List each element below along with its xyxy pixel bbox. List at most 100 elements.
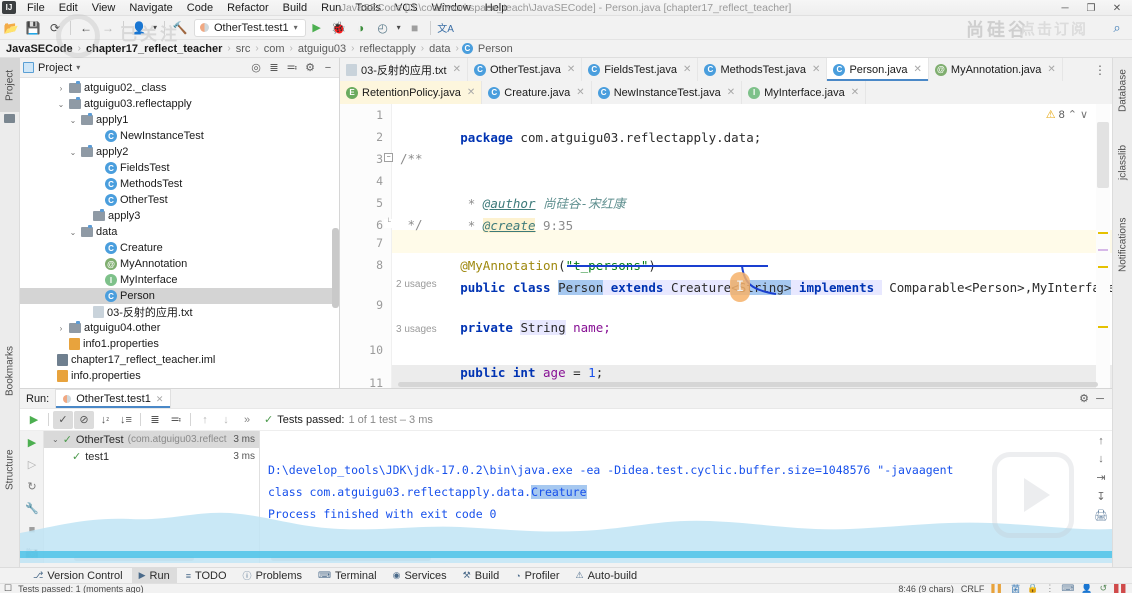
line-separator[interactable]: CRLF (961, 584, 985, 593)
profile-caret-icon[interactable]: ▾ (150, 18, 160, 38)
scroll-from-source-icon[interactable]: ◎ (248, 60, 264, 76)
sync-icon[interactable]: ⟳ (44, 18, 66, 38)
close-icon[interactable]: ✕ (683, 64, 691, 75)
editor-tab-myinterface-java[interactable]: I MyInterface.java ✕ (742, 81, 867, 104)
breadcrumb-item-data[interactable]: data (427, 43, 452, 55)
tree-node-creature[interactable]: C Creature (20, 240, 339, 256)
breadcrumb-item-src[interactable]: src (234, 43, 253, 55)
bottom-bar-auto-build[interactable]: ⚠ Auto-build (568, 568, 644, 584)
close-icon[interactable]: ✕ (851, 87, 859, 98)
menu-item-vcs[interactable]: VCS (388, 0, 425, 16)
breadcrumb-item-com[interactable]: com (262, 43, 287, 55)
usage-hint[interactable]: 2 usages (396, 278, 437, 291)
translate-icon[interactable]: 文A (435, 18, 457, 38)
breadcrumb-item-reflectapply[interactable]: reflectapply (358, 43, 418, 55)
bottom-bar-todo[interactable]: ≡ TODO (179, 568, 234, 584)
breadcrumb-item-atguigu03[interactable]: atguigu03 (296, 43, 348, 55)
scroll-to-end-icon[interactable]: ↧ (1096, 490, 1105, 503)
next-problem-icon[interactable]: ∨ (1080, 108, 1088, 121)
editor-tab-fieldstest-java[interactable]: C FieldsTest.java ✕ (582, 58, 699, 81)
console-output[interactable]: D:\develop_tools\JDK\jdk-17.0.2\bin\java… (261, 431, 1090, 563)
menu-item-build[interactable]: Build (276, 0, 314, 16)
tree-node-data[interactable]: ⌄ data (20, 224, 339, 240)
tree-node-myannotation[interactable]: @ MyAnnotation (20, 256, 339, 272)
soft-wrap-icon[interactable]: ⇥ (1096, 471, 1105, 484)
chevron-down-icon[interactable]: ▾ (76, 63, 80, 72)
tree-expand-arrow[interactable]: ⌄ (56, 100, 66, 109)
run-coverage-button[interactable]: ◑ (350, 18, 372, 38)
tree-node-atguigu02-class[interactable]: › atguigu02._class (20, 80, 339, 96)
tree-node-03-txt[interactable]: 03-反射的应用.txt (20, 304, 339, 320)
debug-button[interactable]: 🐞 (328, 18, 350, 38)
screenshot-icon[interactable]: 📷 (20, 541, 44, 563)
bottom-bar-profiler[interactable]: ◔ Profiler (508, 568, 566, 584)
close-icon[interactable]: ✕ (453, 64, 461, 75)
editor-vertical-scrollbar[interactable] (1097, 122, 1109, 188)
sort-alpha-icon[interactable]: ↓ z (95, 411, 115, 429)
tree-expand-arrow[interactable]: ⌄ (68, 116, 78, 125)
tree-node-chapter17-reflect-teacher-iml[interactable]: chapter17_reflect_teacher.iml (20, 352, 339, 368)
forward-icon[interactable]: → (97, 18, 119, 38)
scroll-up-icon[interactable]: ↑ (1098, 435, 1104, 447)
hide-panel-icon[interactable]: ─ (1092, 391, 1108, 407)
rerun-icon[interactable]: ▶ (24, 411, 44, 429)
sidebar-item-project[interactable]: Project (0, 58, 20, 112)
hide-ignored-icon[interactable]: ⊘ (74, 410, 94, 429)
project-tree[interactable]: › atguigu02._class ⌄ atguigu03.reflectapply… (20, 78, 339, 388)
tree-node-newinstancetest[interactable]: C NewInstanceTest (20, 128, 339, 144)
tree-node-apply3[interactable]: apply3 (20, 208, 339, 224)
tree-node-othertest[interactable]: C OtherTest (20, 192, 339, 208)
menu-item-navigate[interactable]: Navigate (122, 0, 179, 16)
menu-item-help[interactable]: Help (478, 0, 515, 16)
show-passed-icon[interactable]: ✓ (53, 410, 73, 429)
console-scrollbar[interactable] (271, 556, 431, 561)
rerun-auto-icon[interactable]: ↻ (20, 475, 44, 497)
inspection-widget[interactable]: ⚠ 8 ⌃ ∨ (1046, 108, 1088, 122)
save-icon[interactable]: 💾 (22, 18, 44, 38)
editor-tab-methodstest-java[interactable]: C MethodsTest.java ✕ (698, 58, 828, 81)
menu-item-run[interactable]: Run (314, 0, 348, 16)
stop-icon[interactable]: ■ (20, 519, 44, 541)
status-checkbox-icon[interactable]: ☐ (4, 584, 12, 593)
close-icon[interactable]: ✕ (576, 87, 584, 98)
editor-tab-row-2[interactable]: E RetentionPolicy.java ✕ C Creature.java ✕ C Ne… (340, 81, 1112, 104)
scroll-down-icon[interactable]: ↓ (1098, 453, 1104, 465)
tree-node-myinterface[interactable]: I MyInterface (20, 272, 339, 288)
print-icon[interactable]: 🖨 (1094, 509, 1108, 522)
editor-tab-creature-java[interactable]: C Creature.java ✕ (482, 81, 592, 104)
hide-panel-icon[interactable]: − (320, 60, 336, 76)
editor-tab-person-java[interactable]: C Person.java ✕ (827, 58, 929, 81)
close-icon[interactable]: ✕ (812, 64, 820, 75)
next-failed-icon[interactable]: ↓ (216, 411, 236, 429)
tree-node-info-properties[interactable]: info.properties (20, 368, 339, 384)
tree-expand-arrow[interactable]: › (56, 84, 66, 93)
test-results-tree[interactable]: ⌄ ✓ OtherTest (com.atguigu03.reflect 3 m… (44, 431, 260, 563)
menu-item-refactor[interactable]: Refactor (220, 0, 276, 16)
bottom-bar-services[interactable]: ◉ Services (386, 568, 454, 584)
test-case-row[interactable]: ✓ test1 3 ms (44, 448, 259, 465)
bottom-tool-bar[interactable]: ⎇ Version Control ▶ Run ≡ TODO ⓘ Problems ⌨ Termi… (0, 567, 1132, 584)
code-editor[interactable]: 1 2 3 4 5 6 7 8 9 10 11 − └ package com.… (340, 104, 1112, 388)
menu-item-edit[interactable]: Edit (52, 0, 85, 16)
collapse-all-icon[interactable]: ≕ (166, 411, 186, 429)
profiler-button[interactable]: ◴ (372, 18, 394, 38)
close-icon[interactable]: ✕ (567, 64, 575, 75)
close-icon[interactable]: ✕ (727, 87, 735, 98)
gear-icon[interactable]: ⚙ (1076, 391, 1092, 407)
menu-item-code[interactable]: Code (180, 0, 220, 16)
close-icon[interactable]: ✕ (1047, 64, 1055, 75)
sidebar-item-jclasslib[interactable]: jclasslib (1113, 132, 1132, 192)
run-icon[interactable]: ▶ (20, 431, 44, 453)
editor-tab-retentionpolicy-java[interactable]: E RetentionPolicy.java ✕ (340, 81, 483, 104)
keyboard-icon[interactable]: ⌨ (1061, 584, 1074, 593)
tree-node-atguigu03-reflectapply[interactable]: ⌄ atguigu03.reflectapply (20, 96, 339, 112)
editor-tab-myannotation-java[interactable]: @ MyAnnotation.java ✕ (928, 58, 1063, 81)
tree-expand-arrow[interactable]: ⌄ (68, 228, 78, 237)
expand-all-icon[interactable]: ≣ (266, 60, 282, 76)
test-tree-scrollbar[interactable] (74, 556, 194, 561)
profile-icon[interactable]: 👤 (128, 18, 150, 38)
back-icon[interactable]: ← (75, 18, 97, 38)
menu-item-view[interactable]: View (85, 0, 123, 16)
tree-node-fieldstest[interactable]: C FieldsTest (20, 160, 339, 176)
settings-icon[interactable]: 🔧 (20, 497, 44, 519)
